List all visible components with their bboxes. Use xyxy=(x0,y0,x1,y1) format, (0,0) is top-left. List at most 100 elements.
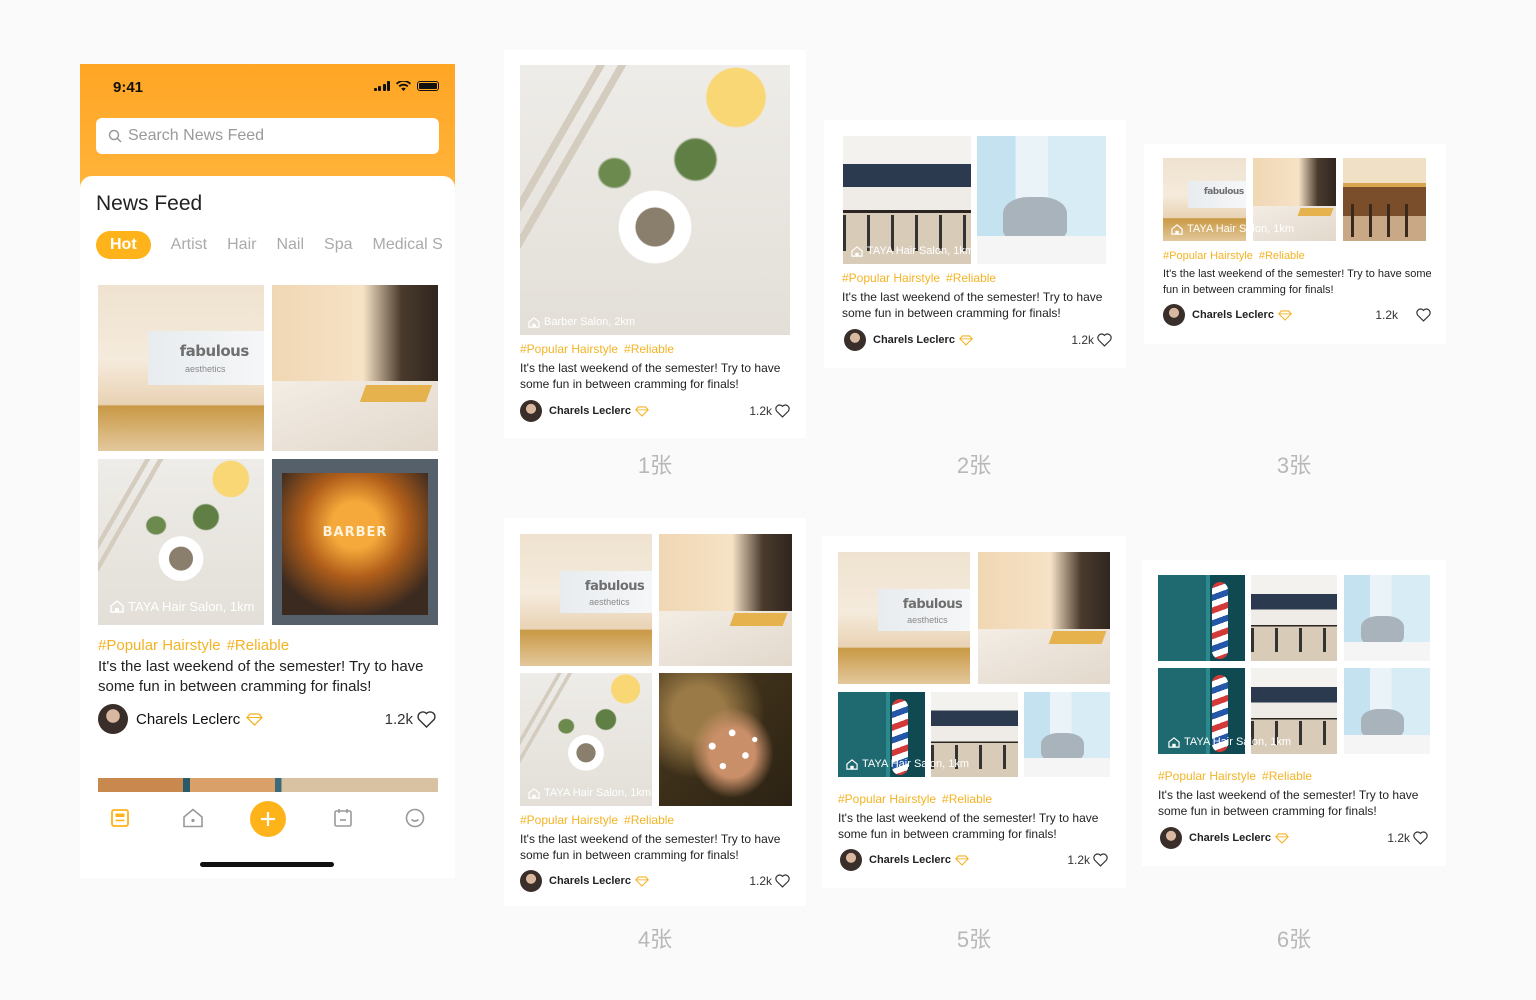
avatar[interactable] xyxy=(844,329,866,351)
home-indicator xyxy=(200,862,334,867)
tab-artist[interactable]: Artist xyxy=(171,236,207,254)
post-image[interactable] xyxy=(1251,575,1337,661)
tag[interactable]: #Popular Hairstyle xyxy=(1163,250,1253,262)
layout-caption: 3张 xyxy=(1276,453,1312,478)
author[interactable]: Charels Leclerc xyxy=(98,704,264,734)
author-name[interactable]: Charels Leclerc xyxy=(873,334,955,346)
post-card-1-image[interactable]: Barber Salon, 2km #Popular Hairstyle #Rel… xyxy=(504,50,806,438)
post-image[interactable] xyxy=(1344,668,1430,754)
wifi-icon xyxy=(396,81,411,91)
tag[interactable]: #Popular Hairstyle xyxy=(98,637,221,654)
author-name[interactable]: Charels Leclerc xyxy=(1189,832,1271,844)
author[interactable]: Charels Leclerc xyxy=(840,849,969,871)
post-text: It's the last weekend of the semester! T… xyxy=(838,811,1099,841)
calendar-icon[interactable] xyxy=(331,806,355,830)
tab-medical[interactable]: Medical S xyxy=(372,236,442,254)
tag[interactable]: #Popular Hairstyle xyxy=(520,342,618,356)
heart-icon[interactable] xyxy=(1097,333,1112,347)
post-image-grid[interactable]: fabulous aesthetics BARBER TAYA Hair Salo… xyxy=(98,285,438,625)
tab-hair[interactable]: Hair xyxy=(227,236,256,254)
heart-icon[interactable] xyxy=(775,874,790,888)
heart-icon[interactable] xyxy=(1093,853,1108,867)
tag[interactable]: #Reliable xyxy=(1262,769,1312,783)
post-image[interactable]: BARBER xyxy=(272,459,438,625)
post-image-grid[interactable]: fabulous aesthetics xyxy=(838,552,1110,777)
author[interactable]: Charels Leclerc xyxy=(520,870,649,892)
post-card-6-images[interactable]: TAYA Hair Salon, 1km #Popular Hairstyle #… xyxy=(1142,560,1446,866)
avatar[interactable] xyxy=(520,400,542,422)
author[interactable]: Charels Leclerc xyxy=(1160,827,1289,849)
post-image[interactable] xyxy=(1344,575,1430,661)
author-name[interactable]: Charels Leclerc xyxy=(869,854,951,866)
post-image[interactable]: fabulous aesthetics xyxy=(98,285,264,451)
likes[interactable]: 1.2k xyxy=(385,711,436,728)
tag[interactable]: #Popular Hairstyle xyxy=(838,792,936,806)
image-sign-text: BARBER xyxy=(322,525,388,541)
author[interactable]: Charels Leclerc xyxy=(1163,304,1292,326)
post-image[interactable]: fabulous aesthetics xyxy=(520,534,652,666)
tag[interactable]: #Popular Hairstyle xyxy=(842,271,940,285)
post-card-2-images[interactable]: TAYA Hair Salon, 1km #Popular Hairstyle #… xyxy=(824,120,1126,368)
post-card-4-images[interactable]: fabulous aesthetics TAYA Hair Salon, 1km … xyxy=(504,518,806,906)
category-tabs: Hot Artist Hair Nail Spa Medical S xyxy=(96,231,455,259)
post-image-grid[interactable]: fabulous aesthetics xyxy=(520,534,792,806)
smile-icon[interactable] xyxy=(403,806,427,830)
post-image[interactable] xyxy=(1343,158,1426,241)
post-image[interactable] xyxy=(1024,692,1110,777)
heart-icon[interactable] xyxy=(1413,831,1428,845)
author-name[interactable]: Charels Leclerc xyxy=(1192,309,1274,321)
tab-hot[interactable]: Hot xyxy=(96,231,151,259)
avatar[interactable] xyxy=(840,849,862,871)
author-name[interactable]: Charels Leclerc xyxy=(549,405,631,417)
likes[interactable]: 1.2k xyxy=(1387,831,1428,845)
avatar[interactable] xyxy=(520,870,542,892)
tag[interactable]: #Reliable xyxy=(624,342,674,356)
post-image[interactable] xyxy=(1158,575,1245,661)
home-icon[interactable] xyxy=(181,806,205,830)
post-image[interactable] xyxy=(520,65,790,335)
author-name[interactable]: Charels Leclerc xyxy=(136,711,240,728)
post-tags: #Popular Hairstyle #Reliable xyxy=(1158,769,1318,783)
diamond-icon xyxy=(959,334,973,346)
post-image-grid[interactable] xyxy=(1158,575,1430,754)
location-text: Barber Salon, 2km xyxy=(544,316,636,328)
likes[interactable]: 1.2k xyxy=(1071,333,1112,347)
tag[interactable]: #Reliable xyxy=(624,813,674,827)
heart-icon[interactable] xyxy=(775,404,790,418)
post-image[interactable] xyxy=(659,673,792,806)
plus-button[interactable] xyxy=(250,801,286,837)
post-card-5-images[interactable]: fabulous aesthetics TAYA Hair Salon, 1km … xyxy=(822,536,1126,888)
tag[interactable]: #Reliable xyxy=(942,792,992,806)
heart-icon[interactable] xyxy=(1416,308,1431,322)
post-image[interactable] xyxy=(978,552,1110,684)
post-text: It's the last weekend of the semester! T… xyxy=(98,658,424,695)
avatar[interactable] xyxy=(1160,827,1182,849)
heart-icon[interactable] xyxy=(417,710,436,728)
avatar[interactable] xyxy=(1163,304,1185,326)
post-card-3-images[interactable]: fabulous TAYA Hair Salon, 1km #Popular H… xyxy=(1144,144,1446,344)
author-name[interactable]: Charels Leclerc xyxy=(549,875,631,887)
post-image[interactable] xyxy=(272,285,438,451)
avatar[interactable] xyxy=(98,704,128,734)
tab-spa[interactable]: Spa xyxy=(324,236,352,254)
author[interactable]: Charels Leclerc xyxy=(844,329,973,351)
author[interactable]: Charels Leclerc xyxy=(520,400,649,422)
location-label: TAYA Hair Salon, 1km xyxy=(110,599,254,614)
tag[interactable]: #Reliable xyxy=(1259,250,1305,262)
tag[interactable]: #Popular Hairstyle xyxy=(520,813,618,827)
likes[interactable]: 1.2k xyxy=(749,874,790,888)
news-icon[interactable] xyxy=(108,806,132,830)
search-input[interactable] xyxy=(128,127,428,145)
search-bar[interactable] xyxy=(96,118,439,154)
likes[interactable]: 1.2k xyxy=(749,404,790,418)
tab-nail[interactable]: Nail xyxy=(276,236,304,254)
post-image[interactable] xyxy=(659,534,792,666)
tag[interactable]: #Reliable xyxy=(946,271,996,285)
post-image[interactable]: fabulous aesthetics xyxy=(838,552,970,684)
tag[interactable]: #Popular Hairstyle xyxy=(1158,769,1256,783)
likes[interactable]: 1.2k xyxy=(1067,853,1108,867)
post-image[interactable] xyxy=(977,136,1106,264)
tag[interactable]: #Reliable xyxy=(227,637,290,654)
likes[interactable]: 1.2k xyxy=(1375,308,1431,322)
author-row: Charels Leclerc 1.2k xyxy=(98,704,436,734)
